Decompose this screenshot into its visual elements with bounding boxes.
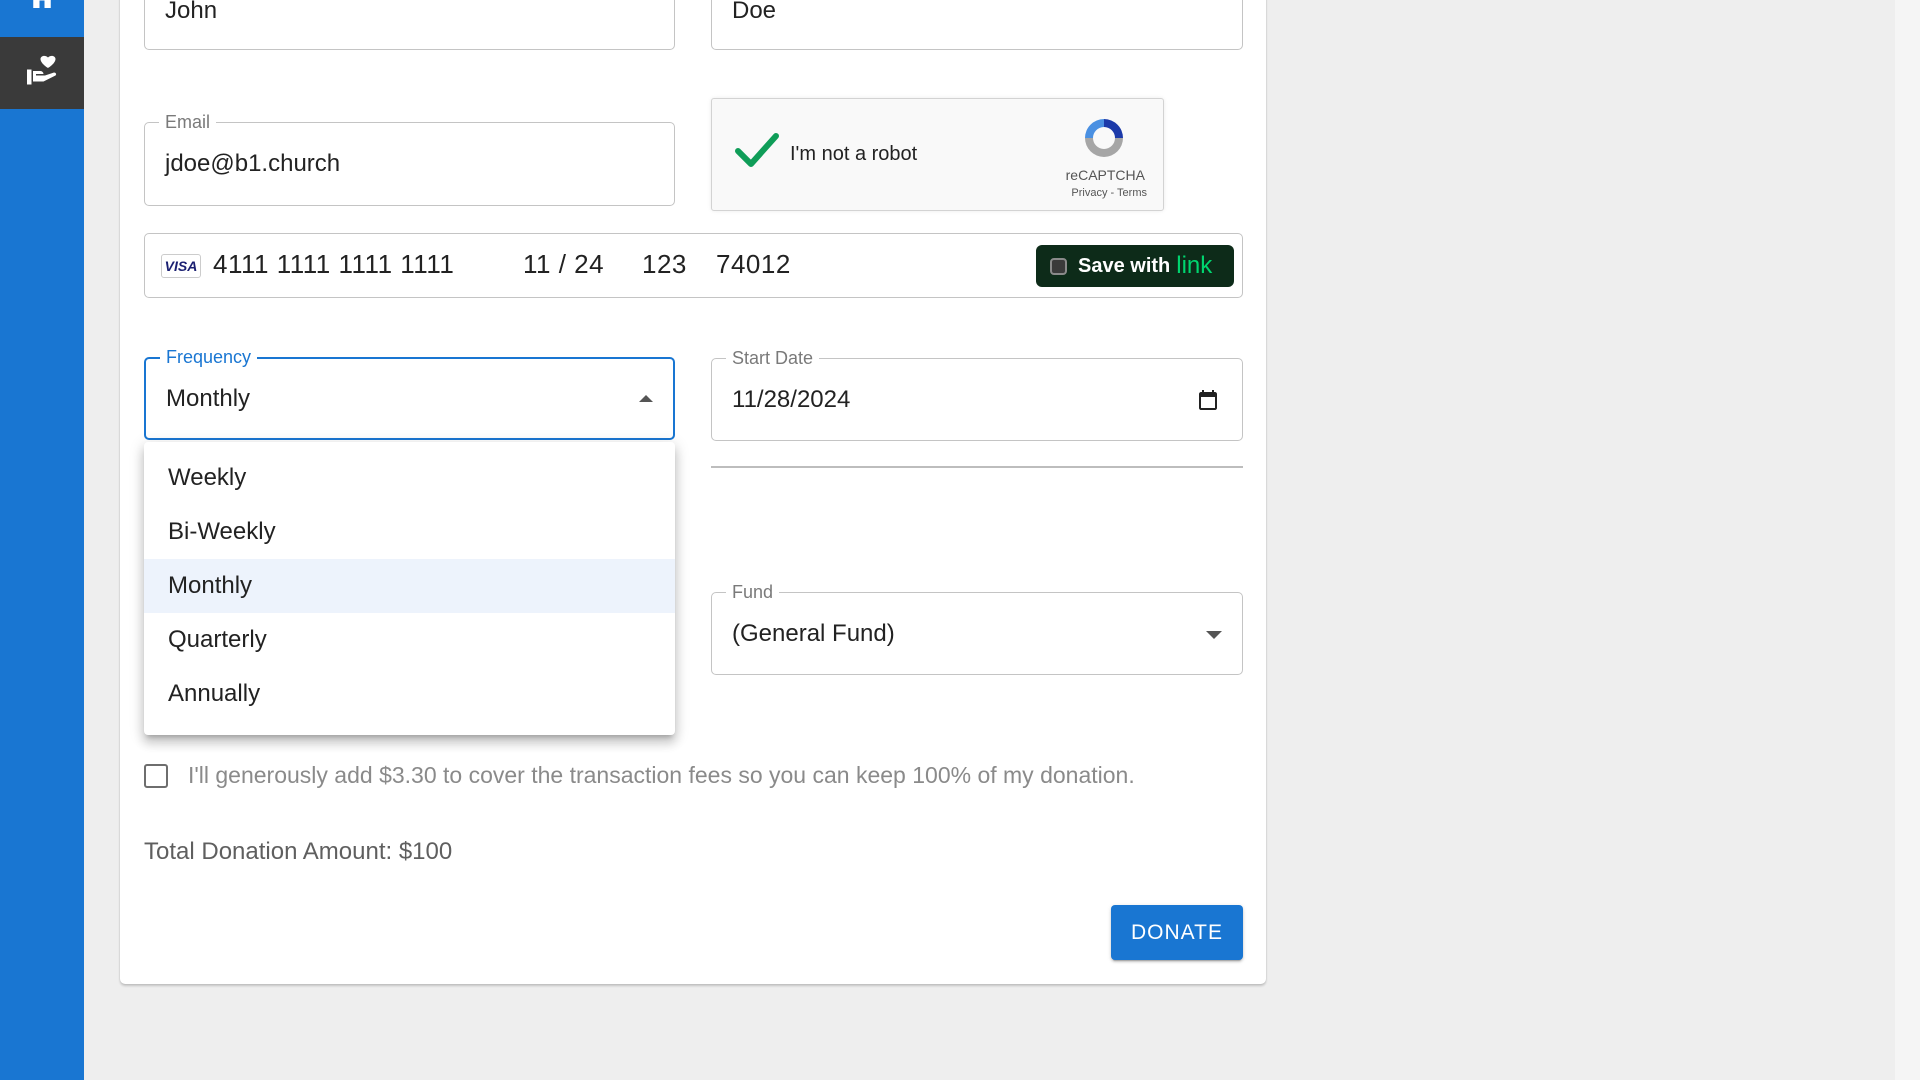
last-name-field[interactable]: Doe xyxy=(711,0,1243,50)
chevron-up-icon xyxy=(639,395,653,402)
sidebar xyxy=(0,0,84,1080)
sidebar-item-home[interactable] xyxy=(0,0,84,36)
menu-item-quarterly[interactable]: Quarterly xyxy=(144,613,675,667)
card-cvc-value[interactable]: 123 xyxy=(642,249,687,280)
donate-button[interactable]: DONATE xyxy=(1111,905,1243,960)
card-zip-value[interactable]: 74012 xyxy=(716,249,791,280)
card-expiry-value[interactable]: 11 / 24 xyxy=(523,249,604,280)
frequency-value: Monthly xyxy=(166,384,251,412)
save-with-label: Save with xyxy=(1078,254,1171,277)
recaptcha-widget: I'm not a robot reCAPTCHA Privacy - Term… xyxy=(711,98,1164,211)
total-donation-amount: Total Donation Amount: $100 xyxy=(144,838,453,865)
frequency-label: Frequency xyxy=(160,347,258,367)
email-value: jdoe@b1.church xyxy=(165,150,341,177)
recaptcha-links: Privacy - Terms xyxy=(1071,187,1147,199)
calendar-icon[interactable] xyxy=(1196,388,1220,417)
card-number-value[interactable]: 4111 1111 1111 1111 xyxy=(213,249,454,280)
cover-fees-option[interactable]: I'll generously add $3.30 to cover the t… xyxy=(144,762,1135,789)
cover-fees-label: I'll generously add $3.30 to cover the t… xyxy=(188,762,1135,788)
email-label: Email xyxy=(159,112,217,132)
start-date-label: Start Date xyxy=(726,348,820,368)
fund-value: (General Fund) xyxy=(732,619,895,647)
visa-icon: VISA xyxy=(161,254,201,278)
recaptcha-link-separator: - xyxy=(1107,187,1118,199)
first-name-field[interactable]: John xyxy=(144,0,675,50)
recaptcha-label: I'm not a robot xyxy=(790,143,918,165)
page-scroll-gutter xyxy=(1895,0,1920,1080)
recaptcha-logo-icon xyxy=(1079,113,1129,168)
recaptcha-brand: reCAPTCHA xyxy=(1065,167,1145,183)
cover-fees-checkbox[interactable] xyxy=(144,763,168,788)
chevron-down-icon xyxy=(1206,631,1222,639)
recaptcha-terms-link[interactable]: Terms xyxy=(1117,187,1147,199)
fund-select[interactable]: Fund (General Fund) xyxy=(711,582,1243,675)
last-name-value: Doe xyxy=(732,0,777,24)
card-details-input[interactable]: VISA 4111 1111 1111 1111 11 / 24 123 740… xyxy=(144,233,1243,298)
frequency-select[interactable]: Frequency Monthly xyxy=(144,347,675,440)
start-date-value: 11/28/2024 xyxy=(732,385,851,413)
save-with-link-checkbox[interactable] xyxy=(1050,257,1067,275)
fund-label: Fund xyxy=(726,582,780,602)
email-field[interactable]: Email jdoe@b1.church xyxy=(144,112,675,206)
section-divider xyxy=(711,466,1243,468)
sidebar-item-donate[interactable] xyxy=(0,37,84,109)
menu-item-annually[interactable]: Annually xyxy=(144,667,675,721)
recaptcha-privacy-link[interactable]: Privacy xyxy=(1071,187,1107,199)
save-with-link-button[interactable]: Save with link xyxy=(1036,245,1234,287)
first-name-value: John xyxy=(165,0,218,24)
menu-item-bi-weekly[interactable]: Bi-Weekly xyxy=(144,505,675,559)
link-brand-label: link xyxy=(1176,252,1213,279)
frequency-dropdown-menu: Weekly Bi-Weekly Monthly Quarterly Annua… xyxy=(144,442,675,735)
home-icon xyxy=(27,0,57,18)
menu-item-weekly[interactable]: Weekly xyxy=(144,451,675,505)
donate-hand-heart-icon xyxy=(24,53,60,94)
menu-item-monthly[interactable]: Monthly xyxy=(144,559,675,613)
start-date-field[interactable]: Start Date 11/28/2024 xyxy=(711,348,1243,441)
checkmark-icon[interactable] xyxy=(734,131,780,176)
